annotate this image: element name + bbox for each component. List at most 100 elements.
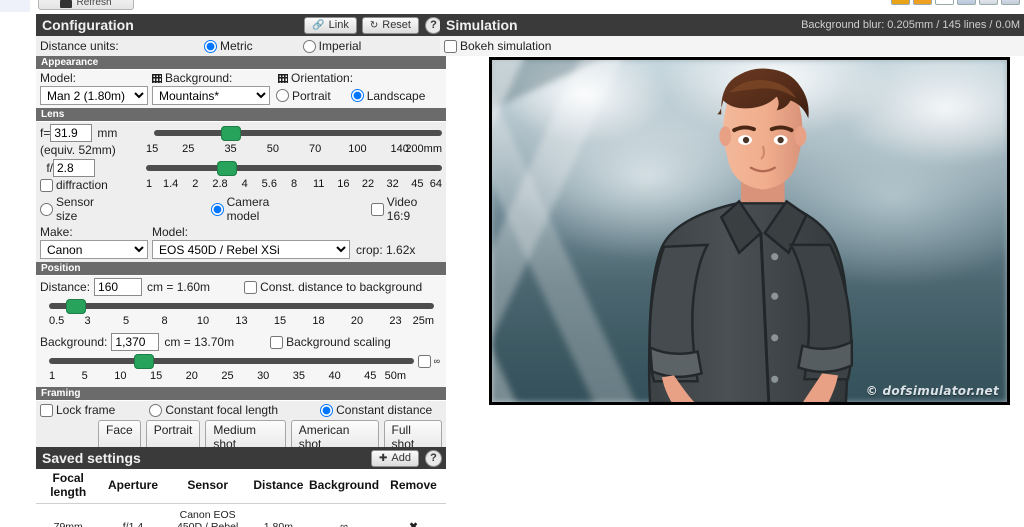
radio-camera-model-input[interactable] <box>210 202 224 216</box>
bokeh-label: Bokeh simulation <box>460 39 552 53</box>
infinity-checkbox-input[interactable] <box>417 354 431 368</box>
focal-ticks-row: (equiv. 52mm) 15 25 35 50 70 100 140 200mm <box>40 143 442 157</box>
background-scaling-checkbox[interactable]: Background scaling <box>270 335 391 349</box>
tick-label: 13 <box>235 315 248 327</box>
camera-model-select[interactable]: EOS 450D / Rebel XSi <box>152 240 350 259</box>
link-button[interactable]: 🔗 Link <box>304 16 357 34</box>
radio-imperial[interactable]: Imperial <box>302 39 362 53</box>
background-scaling-checkbox-input[interactable] <box>270 335 284 349</box>
column-header: Aperture <box>100 469 166 504</box>
appearance-labels-row: Model: Background: Orientation: <box>40 71 442 85</box>
framing-section-header: Framing <box>36 387 446 401</box>
model-select[interactable]: Man 2 (1.80m) <box>40 86 148 105</box>
remove-button[interactable]: ✖ <box>381 503 446 527</box>
radio-landscape-input[interactable] <box>350 89 364 102</box>
background-label: Background: <box>165 71 233 85</box>
configuration-header: Configuration 🔗 Link ↻ Reset ? <box>36 14 446 36</box>
sensor-mode-row: Sensor size Camera model Video 16:9 <box>40 195 442 223</box>
focal-length-input[interactable] <box>50 124 93 142</box>
radio-landscape[interactable]: Landscape <box>350 89 425 103</box>
radio-portrait-input[interactable] <box>276 89 289 102</box>
lock-frame-checkbox[interactable]: Lock frame <box>40 403 115 417</box>
focal-equiv-label: (equiv. 52mm) <box>40 143 116 157</box>
radio-metric-label: Metric <box>220 39 253 53</box>
framing-mode-row: Lock frame Constant focal length Constan… <box>40 403 442 417</box>
radio-metric-input[interactable] <box>204 39 217 53</box>
radio-imperial-label: Imperial <box>318 39 362 53</box>
aperture-slider-track[interactable] <box>146 165 442 171</box>
focal-length-slider[interactable] <box>154 126 442 141</box>
background-slider[interactable] <box>49 354 414 369</box>
column-header: Distance <box>249 469 308 504</box>
bokeh-checkbox-input[interactable] <box>444 39 457 53</box>
reset-button[interactable]: ↻ Reset <box>361 16 419 34</box>
radio-constant-focal-length[interactable]: Constant focal length <box>149 403 278 417</box>
const-distance-checkbox[interactable]: Const. distance to background <box>244 280 422 294</box>
radio-sensor-size[interactable]: Sensor size <box>40 195 117 223</box>
tick-label: 15 <box>146 143 159 155</box>
radio-metric[interactable]: Metric <box>204 39 253 53</box>
radio-constant-focal-length-input[interactable] <box>149 403 163 417</box>
focal-slider-track[interactable] <box>154 130 442 136</box>
bokeh-checkbox[interactable]: Bokeh simulation <box>444 39 551 53</box>
radio-sensor-size-input[interactable] <box>40 202 53 216</box>
background-select[interactable]: Mountains* <box>152 86 270 105</box>
reset-button-label: Reset <box>382 19 411 31</box>
infinity-checkbox[interactable]: ∞ <box>417 354 440 368</box>
cell-focal-length: 79mm <box>36 503 100 527</box>
background-grid-icon[interactable] <box>152 73 162 83</box>
distance-units-row: Distance units: Metric Imperial <box>36 36 446 56</box>
radio-constant-distance-input[interactable] <box>320 403 334 417</box>
const-distance-checkbox-input[interactable] <box>244 280 258 294</box>
appearance-section-header: Appearance <box>36 56 446 70</box>
aperture-input[interactable] <box>53 159 95 177</box>
saved-settings-header-row: Focal length Aperture Sensor Distance Backgr… <box>36 469 446 504</box>
background-distance-input[interactable] <box>111 333 160 351</box>
aperture-slider-thumb[interactable] <box>217 161 238 176</box>
diffraction-checkbox[interactable]: diffraction <box>40 178 146 192</box>
infinity-label: ∞ <box>433 356 440 366</box>
add-setting-button[interactable]: ✚ Add <box>371 449 419 467</box>
orientation-label-wrap: Orientation: <box>278 71 353 85</box>
aperture-slider[interactable] <box>146 161 442 176</box>
simulation-image[interactable]: © dofsimulator.net <box>489 57 1010 405</box>
background-tick-labels: 1 5 10 15 20 25 30 35 40 45 50m <box>49 370 406 384</box>
video-checkbox-input[interactable] <box>370 202 384 216</box>
focal-slider-thumb[interactable] <box>220 126 241 141</box>
refresh-button[interactable]: Refresh <box>38 0 134 10</box>
visa-icon: VISA <box>935 0 954 5</box>
tick-label: 0.5 <box>49 315 65 327</box>
cell-background: ∞ <box>340 520 348 527</box>
saved-settings-help-icon[interactable]: ? <box>425 449 442 467</box>
lens-section: f= mm (equiv. 52mm) 1525355070100140200m… <box>36 122 446 262</box>
distance-slider[interactable] <box>49 299 434 314</box>
make-select[interactable]: Canon <box>40 240 148 259</box>
page-left-gutter <box>0 0 30 12</box>
orientation-grid-icon[interactable] <box>278 73 288 83</box>
radio-camera-model[interactable]: Camera model <box>210 195 303 223</box>
tick-label: 8 <box>161 315 168 327</box>
lock-frame-checkbox-input[interactable] <box>40 403 53 417</box>
tick-label: 2.8 <box>212 178 228 190</box>
tick-label: 32 <box>386 178 399 190</box>
diffraction-checkbox-input[interactable] <box>40 178 53 192</box>
watermark-dofsimulator: © dofsimulator.net <box>865 384 999 398</box>
radio-portrait[interactable]: Portrait <box>276 89 331 103</box>
table-row: 79mmf/1.4 Canon EOS 450D / Rebel XSi 1.80m… <box>36 503 446 527</box>
radio-imperial-input[interactable] <box>302 39 316 53</box>
tick-label: 50 <box>266 143 279 155</box>
distance-input[interactable] <box>94 278 143 296</box>
tick-label: 5 <box>122 315 130 327</box>
link-button-label: Link <box>328 19 349 31</box>
focal-unit: mm <box>97 126 118 140</box>
configuration-title: Configuration <box>42 17 134 33</box>
background-slider-thumb[interactable] <box>133 354 154 369</box>
aperture-prefix: f/ <box>46 161 53 175</box>
distance-slider-track[interactable] <box>49 303 434 309</box>
radio-constant-distance[interactable]: Constant distance <box>320 403 432 417</box>
distance-slider-thumb[interactable] <box>65 299 86 314</box>
video-checkbox[interactable]: Video 16:9 <box>370 195 442 223</box>
saved-settings-thead: Focal length Aperture Sensor Distance Backgr… <box>36 469 446 504</box>
tick-label: 1.4 <box>163 178 179 190</box>
background-slider-track[interactable] <box>49 358 414 364</box>
